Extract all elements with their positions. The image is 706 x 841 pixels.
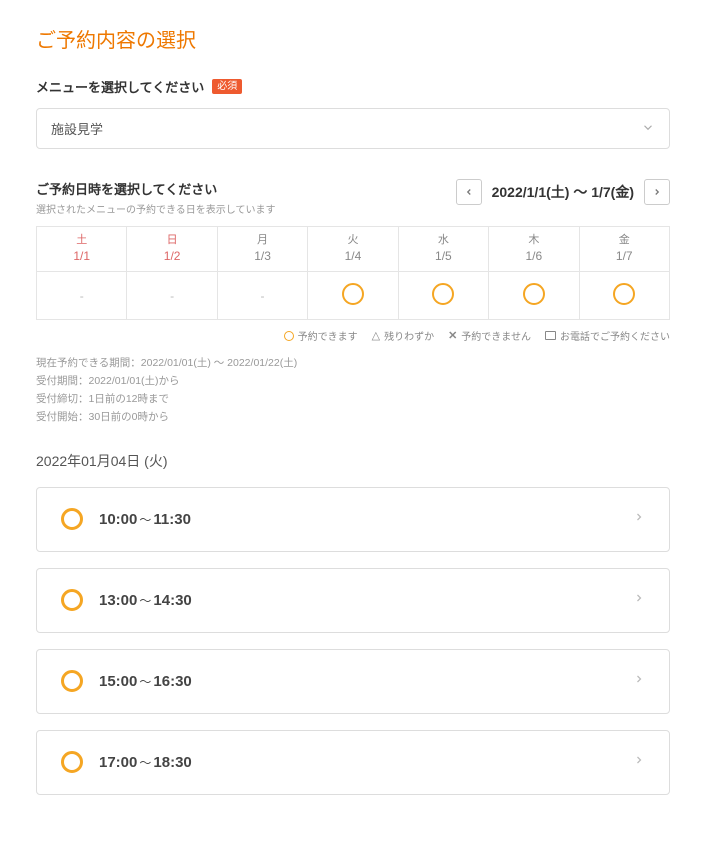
available-icon	[342, 283, 364, 305]
next-week-button[interactable]	[644, 179, 670, 205]
date-range: 2022/1/1(土) 〜 1/7(金)	[488, 182, 638, 202]
legend-few: △ 残りわずか	[372, 328, 434, 343]
legend-closed-label: 予約できません	[461, 328, 531, 343]
available-icon	[61, 670, 83, 692]
triangle-icon: △	[372, 329, 380, 342]
chevron-right-icon	[633, 751, 645, 774]
info-line: 受付締切：1日前の12時まで	[36, 391, 670, 409]
legend-open-label: 予約できます	[298, 328, 358, 343]
calendar-day-header: 金1/7	[579, 227, 669, 272]
calendar-day-cell[interactable]	[308, 272, 398, 320]
calendar-day-header: 木1/6	[489, 227, 579, 272]
time-slot[interactable]: 13:00〜14:30	[36, 568, 670, 633]
menu-label: メニューを選択してください	[36, 77, 204, 96]
time-slot[interactable]: 17:00〜18:30	[36, 730, 670, 795]
legend: 予約できます △ 残りわずか ✕ 予約できません お電話でご予約ください	[36, 328, 670, 343]
page-title: ご予約内容の選択	[36, 24, 670, 53]
calendar-day-header: 日1/2	[127, 227, 217, 272]
calendar-day-header: 月1/3	[217, 227, 307, 272]
chevron-right-icon	[633, 670, 645, 693]
tel-icon	[545, 331, 556, 340]
calendar-day-cell[interactable]	[398, 272, 488, 320]
calendar-day-cell: -	[37, 272, 127, 320]
time-slot[interactable]: 10:00〜11:30	[36, 487, 670, 552]
calendar-day-cell[interactable]	[489, 272, 579, 320]
menu-label-row: メニューを選択してください 必須	[36, 77, 670, 96]
legend-closed: ✕ 予約できません	[448, 328, 531, 343]
time-slot-label: 15:00〜16:30	[99, 673, 617, 690]
menu-select[interactable]: 施設見学	[36, 108, 670, 149]
calendar-table: 土1/1日1/2月1/3火1/4水1/5木1/6金1/7 ---	[36, 226, 670, 320]
legend-tel: お電話でご予約ください	[545, 328, 670, 343]
available-icon	[61, 751, 83, 773]
x-icon: ✕	[448, 329, 457, 342]
date-nav: 2022/1/1(土) 〜 1/7(金)	[456, 179, 670, 205]
available-icon	[613, 283, 635, 305]
available-icon	[432, 283, 454, 305]
legend-tel-label: お電話でご予約ください	[560, 328, 670, 343]
selected-date-label: 2022年01月04日 (火)	[36, 451, 670, 471]
time-slot-label: 17:00〜18:30	[99, 754, 617, 771]
calendar-day-header: 土1/1	[37, 227, 127, 272]
available-icon	[61, 508, 83, 530]
calendar-day-cell: -	[127, 272, 217, 320]
info-line: 受付期間：2022/01/01(土)から	[36, 373, 670, 391]
available-icon	[61, 589, 83, 611]
chevron-down-icon	[641, 120, 655, 137]
calendar-day-header: 火1/4	[308, 227, 398, 272]
date-section-sublabel: 選択されたメニューの予約できる日を表示しています	[36, 201, 276, 216]
info-line: 現在予約できる期間：2022/01/01(土) 〜 2022/01/22(土)	[36, 355, 670, 373]
legend-open: 予約できます	[284, 328, 358, 343]
info-lines: 現在予約できる期間：2022/01/01(土) 〜 2022/01/22(土)受…	[36, 355, 670, 426]
prev-week-button[interactable]	[456, 179, 482, 205]
time-slot-label: 10:00〜11:30	[99, 511, 617, 528]
calendar-day-header: 水1/5	[398, 227, 488, 272]
info-line: 受付開始：30日前の0時から	[36, 409, 670, 427]
chevron-right-icon	[633, 589, 645, 612]
time-slot[interactable]: 15:00〜16:30	[36, 649, 670, 714]
time-slot-label: 13:00〜14:30	[99, 592, 617, 609]
available-icon	[523, 283, 545, 305]
menu-select-value: 施設見学	[51, 122, 103, 137]
date-section-label: ご予約日時を選択してください	[36, 179, 276, 198]
calendar-day-cell: -	[217, 272, 307, 320]
calendar-day-cell[interactable]	[579, 272, 669, 320]
legend-few-label: 残りわずか	[384, 328, 434, 343]
chevron-right-icon	[633, 508, 645, 531]
required-badge: 必須	[212, 79, 242, 94]
circle-icon	[284, 331, 294, 341]
